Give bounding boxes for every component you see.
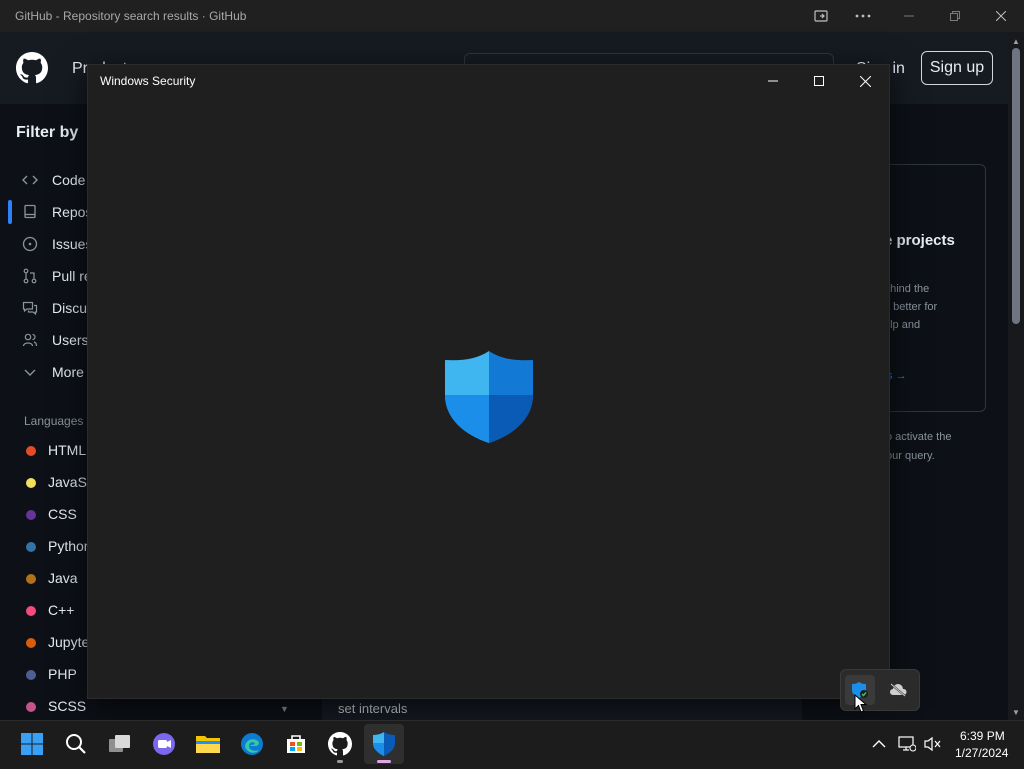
language-filter-item[interactable]: HTML	[0, 439, 88, 463]
code-icon	[22, 172, 38, 188]
browser-title-bar: GitHub - Repository search results · Git…	[0, 0, 1024, 32]
scroll-down-icon[interactable]: ▼	[1008, 704, 1024, 720]
language-label: SCSS	[48, 698, 87, 714]
language-color-dot	[26, 510, 36, 520]
language-color-dot	[26, 446, 36, 456]
windows-security-window: Windows Security	[87, 64, 890, 699]
window-title: Windows Security	[100, 74, 196, 88]
promo-body-line: ehind the	[884, 283, 930, 295]
arrow-right-icon: →	[895, 370, 907, 382]
language-label: HTML	[48, 442, 87, 458]
issue-icon	[22, 236, 38, 252]
sidebar-item-more[interactable]: More	[0, 356, 88, 388]
dropdown-arrow-icon: ▼	[280, 704, 289, 714]
promo-body-line: e better for	[884, 301, 938, 313]
language-filter-item[interactable]: JavaScript	[0, 471, 113, 495]
onedrive-offline-icon[interactable]	[883, 675, 913, 705]
sidebar-item-code[interactable]: Code	[0, 164, 88, 196]
language-filter-item[interactable]: C++	[0, 599, 88, 623]
teams-chat-icon[interactable]	[144, 724, 184, 764]
language-color-dot	[26, 542, 36, 552]
file-explorer-icon[interactable]	[188, 724, 228, 764]
clock-time[interactable]: 6:39 PM	[960, 729, 1005, 743]
language-color-dot	[26, 606, 36, 616]
more-options-icon[interactable]	[840, 0, 886, 32]
maximize-button[interactable]	[796, 65, 842, 97]
volume-muted-icon[interactable]	[923, 734, 943, 754]
language-color-dot	[26, 638, 36, 648]
language-label: CSS	[48, 506, 77, 522]
language-color-dot	[26, 670, 36, 680]
promo-title: e projects	[884, 232, 955, 249]
info-note-line: o activate the	[886, 431, 952, 443]
browser-close-button[interactable]	[978, 0, 1024, 32]
chevron-down-icon	[22, 364, 38, 380]
info-note-line: our query.	[886, 450, 935, 462]
language-filter-item[interactable]: Java	[0, 567, 88, 591]
minimize-button[interactable]	[750, 65, 796, 97]
sign-up-button[interactable]: Sign up	[921, 51, 993, 85]
scrollbar-thumb[interactable]	[1012, 48, 1020, 324]
browser-window-title: GitHub - Repository search results · Git…	[15, 9, 247, 23]
sidebar-item-repositories[interactable]: Repositories	[0, 196, 130, 228]
language-filter-item[interactable]: Jupyter Notebook	[0, 631, 158, 655]
languages-heading: Languages	[24, 414, 84, 428]
close-button[interactable]	[842, 65, 888, 97]
scroll-up-icon[interactable]: ▲	[1008, 33, 1024, 49]
network-status-icon[interactable]	[897, 734, 917, 754]
search-suggestion[interactable]: set intervals	[338, 701, 407, 716]
search-icon[interactable]	[56, 724, 96, 764]
shield-icon	[443, 349, 535, 445]
language-filter-item[interactable]: SCSS	[0, 695, 88, 719]
repo-icon	[22, 204, 38, 220]
sidebar-item-label: Users	[52, 332, 89, 348]
sidebar-item-discussions[interactable]: Discussions	[0, 292, 127, 324]
cast-icon[interactable]	[798, 0, 844, 32]
language-label: PHP	[48, 666, 77, 682]
sidebar-item-issues[interactable]: Issues	[0, 228, 92, 260]
start-icon[interactable]	[12, 724, 52, 764]
discussion-icon	[22, 300, 38, 316]
tray-overflow-flyout	[840, 669, 920, 711]
users-icon	[22, 332, 38, 348]
github-app-icon[interactable]	[320, 724, 360, 764]
edge-browser-icon[interactable]	[232, 724, 272, 764]
github-logo-icon[interactable]	[16, 52, 48, 84]
language-color-dot	[26, 478, 36, 488]
sidebar-item-users[interactable]: Users	[0, 324, 89, 356]
browser-minimize-button[interactable]	[886, 0, 932, 32]
language-filter-item[interactable]: PHP	[0, 663, 88, 687]
language-filter-item[interactable]: Python	[0, 535, 92, 559]
pull-request-icon	[22, 268, 38, 284]
sidebar-item-pull-requests[interactable]: Pull requests	[0, 260, 133, 292]
language-label: Java	[48, 570, 78, 586]
browser-restore-button[interactable]	[932, 0, 978, 32]
running-indicator	[337, 760, 343, 763]
sidebar-item-label: More	[52, 364, 84, 380]
language-color-dot	[26, 574, 36, 584]
clock-date[interactable]: 1/27/2024	[955, 746, 1008, 760]
windows-security-taskbar-icon[interactable]	[364, 724, 404, 764]
sidebar-item-label: Code	[52, 172, 86, 188]
show-hidden-icons-chevron-icon[interactable]	[869, 734, 889, 754]
task-view-icon[interactable]	[100, 724, 140, 764]
mouse-cursor-icon	[854, 693, 868, 714]
language-label: C++	[48, 602, 75, 618]
active-window-indicator	[377, 760, 391, 763]
microsoft-store-icon[interactable]	[276, 724, 316, 764]
language-label: Python	[48, 538, 92, 554]
filter-by-heading: Filter by	[16, 124, 79, 141]
language-filter-item[interactable]: CSS	[0, 503, 88, 527]
language-color-dot	[26, 702, 36, 712]
